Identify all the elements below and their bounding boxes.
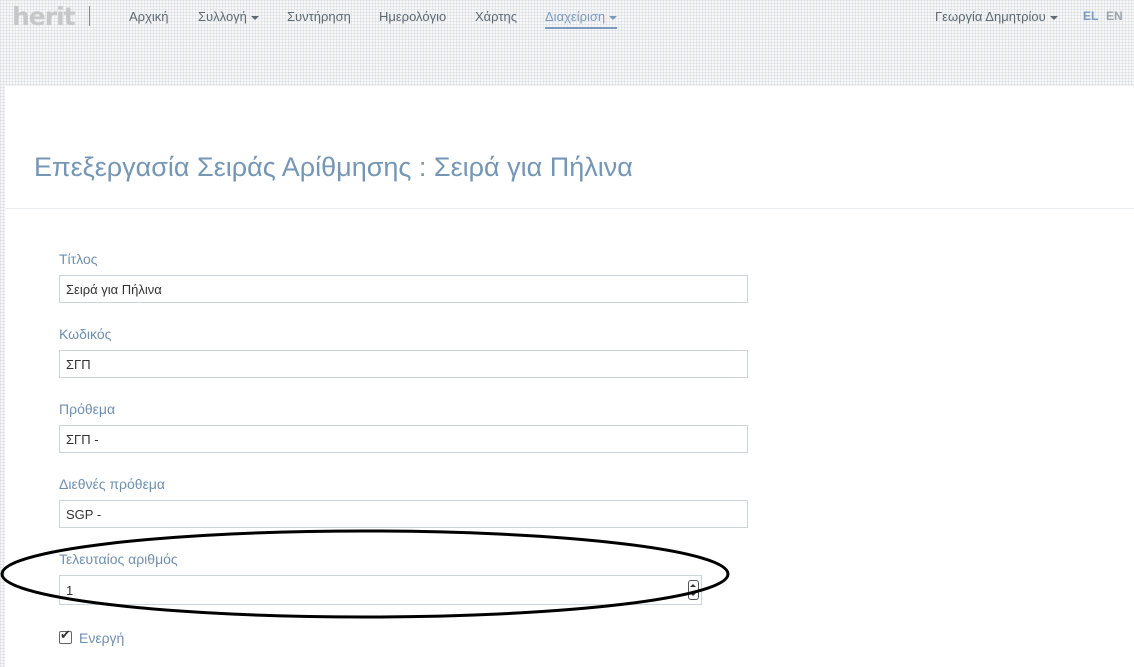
intl-prefix-label: Διεθνές πρόθεμα [59,476,165,492]
checkmark-icon: ✔ [60,627,71,642]
chevron-down-icon [609,15,618,20]
title-divider [5,208,1134,209]
code-input[interactable] [59,350,748,378]
main-panel: Επεξεργασία Σειράς Αρίθμησης : Σειρά για… [5,86,1134,667]
chevron-down-icon [250,15,259,20]
title-label: Τίτλος [59,251,98,267]
spinner-up-icon[interactable] [690,584,696,587]
prefix-input[interactable] [59,425,748,453]
nav-administration[interactable]: Διαχείριση [545,9,618,29]
nav-collection-label: Συλλογή [198,9,247,24]
active-label[interactable]: Ενεργή [79,630,124,646]
intl-prefix-input[interactable] [59,500,748,528]
last-number-label: Τελευταίος αριθμός [59,551,178,567]
nav-map[interactable]: Χάρτης [475,9,517,24]
prefix-label: Πρόθεμα [59,401,116,417]
code-label: Κωδικός [59,326,112,342]
last-number-field [59,575,702,605]
last-number-input[interactable] [60,576,682,604]
nav-administration-label: Διαχείριση [545,9,606,24]
herit-logo[interactable]: herit [12,2,76,31]
nav-conservation[interactable]: Συντήρηση [287,9,351,24]
nav-collection[interactable]: Συλλογή [198,9,259,24]
lang-el[interactable]: EL [1083,9,1098,23]
number-spinner[interactable] [688,580,699,600]
user-menu[interactable]: Γεωργία Δημητρίου [935,9,1058,24]
logo-separator [89,6,90,26]
nav-calendar[interactable]: Ημερολόγιο [379,9,446,24]
page-title: Επεξεργασία Σειράς Αρίθμησης : Σειρά για… [34,152,633,182]
nav-home[interactable]: Αρχική [129,9,169,24]
user-name: Γεωργία Δημητρίου [935,9,1046,24]
top-navbar: herit Αρχική Συλλογή Συντήρηση Ημερολόγι… [0,0,1134,34]
title-input[interactable] [59,275,748,303]
chevron-down-icon [1049,15,1058,20]
lang-en[interactable]: EN [1106,9,1123,23]
spinner-down-icon[interactable] [690,593,696,596]
active-checkbox[interactable]: ✔ [59,627,72,644]
